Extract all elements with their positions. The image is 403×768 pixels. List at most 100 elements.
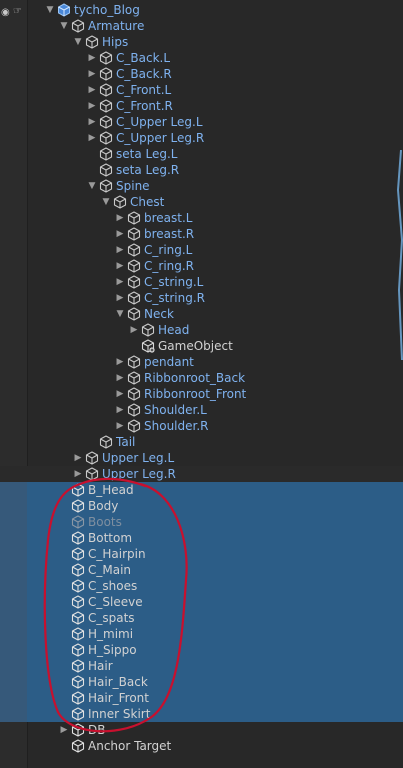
tree-row[interactable]: Anchor Target [0,738,403,754]
tree-row[interactable]: ▶ Upper Leg.L [0,450,403,466]
tree-row[interactable]: ▼ Neck [0,306,403,322]
cube-icon [71,515,85,529]
chevron-down-icon[interactable]: ▼ [72,34,84,50]
tree-row[interactable]: ▶ pendant [0,354,403,370]
tree-row[interactable]: B_Head [0,482,403,498]
tree-row[interactable]: C_Main [0,562,403,578]
tree-row-label: Bottom [88,531,133,545]
chevron-right-icon[interactable]: ▶ [58,722,70,738]
chevron-right-icon[interactable]: ▶ [114,386,126,402]
tree-row-label: breast.L [144,211,193,225]
selection-gutter [0,578,27,594]
chevron-right-icon[interactable]: ▶ [114,242,126,258]
tree-row[interactable]: ▶ Ribbonroot_Front [0,386,403,402]
tree-row[interactable]: ▶ breast.L [0,210,403,226]
tree-row-label: C_ring.L [144,243,193,257]
tree-row[interactable]: GameObject [0,338,403,354]
tree-row[interactable]: ▶ C_Upper Leg.L [0,114,403,130]
tree-row[interactable]: C_Sleeve [0,594,403,610]
tree-row[interactable]: ▼ Hips [0,34,403,50]
tree-row[interactable]: H_mimi [0,626,403,642]
tree-row-label: C_Upper Leg.L [116,115,203,129]
tree-row[interactable]: ▶ Ribbonroot_Back [0,370,403,386]
chevron-right-icon[interactable]: ▶ [128,322,140,338]
tree-row[interactable]: H_Sippo [0,642,403,658]
chevron-right-icon[interactable]: ▶ [114,226,126,242]
tree-row[interactable]: ▶ Head [0,322,403,338]
cube-icon [71,611,85,625]
chevron-right-icon[interactable]: ▶ [114,290,126,306]
tree-row[interactable]: Tail [0,434,403,450]
tree-row[interactable]: Boots [0,514,403,530]
cube-icon [71,739,85,753]
tree-row[interactable]: ▶ C_Front.L [0,82,403,98]
selection-gutter [0,530,27,546]
tree-row[interactable]: ▼ Armature [0,18,403,34]
tree-row[interactable]: Inner Skirt [0,706,403,722]
tree-row[interactable]: ▶ C_string.R [0,290,403,306]
chevron-down-icon[interactable]: ▼ [58,18,70,34]
cube-icon [127,307,141,321]
tree-row[interactable]: ▶ Shoulder.R [0,418,403,434]
chevron-right-icon[interactable]: ▶ [114,370,126,386]
chevron-right-icon[interactable]: ▶ [114,274,126,290]
tree-row-label: Spine [116,179,150,193]
chevron-right-icon[interactable]: ▶ [72,450,84,466]
chevron-right-icon[interactable]: ▶ [72,466,84,482]
chevron-right-icon[interactable]: ▶ [114,418,126,434]
tree-row[interactable]: ▶ C_Back.R [0,66,403,82]
chevron-down-icon[interactable]: ▼ [86,178,98,194]
tree-row[interactable]: ▼ Chest [0,194,403,210]
tree-row[interactable]: C_spats [0,610,403,626]
tree-row[interactable]: Hair_Front [0,690,403,706]
tree-row[interactable]: seta Leg.R [0,162,403,178]
tree-row[interactable]: ▶ C_Front.R [0,98,403,114]
cube-icon [71,547,85,561]
tree-row[interactable]: ▼ Spine [0,178,403,194]
cube-icon [127,227,141,241]
selection-gutter [0,482,27,498]
tree-row-label: GameObject [158,339,233,353]
cube-icon [71,531,85,545]
selection-gutter [0,626,27,642]
chevron-right-icon[interactable]: ▶ [86,82,98,98]
tree-row[interactable]: ◉ ☞ ▼ tycho_Blog [0,2,403,18]
tree-row-label: Shoulder.L [144,403,207,417]
tree-row[interactable]: ▶ C_ring.L [0,242,403,258]
tree-row-label: tycho_Blog [74,3,140,17]
tree-row[interactable]: C_shoes [0,578,403,594]
chevron-right-icon[interactable]: ▶ [86,66,98,82]
chevron-down-icon[interactable]: ▼ [114,306,126,322]
tree-row[interactable]: ▶ C_Back.L [0,50,403,66]
chevron-right-icon[interactable]: ▶ [86,114,98,130]
scene-view-edge [396,150,403,360]
tree-row[interactable]: ▶ C_string.L [0,274,403,290]
selection-gutter [0,690,27,706]
chevron-right-icon[interactable]: ▶ [114,402,126,418]
tree-row[interactable]: Body [0,498,403,514]
tree-row[interactable]: ▶ Upper Leg.R [0,466,403,482]
chevron-right-icon[interactable]: ▶ [114,210,126,226]
chevron-right-icon[interactable]: ▶ [114,258,126,274]
tree-row[interactable]: C_Hairpin [0,546,403,562]
tree-row[interactable]: ▶ Shoulder.L [0,402,403,418]
tree-row[interactable]: ▶ breast.R [0,226,403,242]
tree-row[interactable]: seta Leg.L [0,146,403,162]
selection-gutter [0,514,27,530]
tree-row-label: Hair [88,659,113,673]
tree-row[interactable]: Hair_Back [0,674,403,690]
tree-row[interactable]: Hair [0,658,403,674]
tree-row[interactable]: ▶ C_Upper Leg.R [0,130,403,146]
chevron-down-icon[interactable]: ▼ [44,2,56,18]
tree-row[interactable]: Bottom [0,530,403,546]
tree-row[interactable]: ▶ DB [0,722,403,738]
tree-row[interactable]: ▶ C_ring.R [0,258,403,274]
chevron-right-icon[interactable]: ▶ [86,130,98,146]
chevron-right-icon[interactable]: ▶ [86,98,98,114]
tree-row-label: C_shoes [88,579,138,593]
chevron-right-icon[interactable]: ▶ [86,50,98,66]
chevron-right-icon[interactable]: ▶ [114,354,126,370]
selection-gutter [0,706,27,722]
tree-row-label: Tail [116,435,136,449]
chevron-down-icon[interactable]: ▼ [100,194,112,210]
